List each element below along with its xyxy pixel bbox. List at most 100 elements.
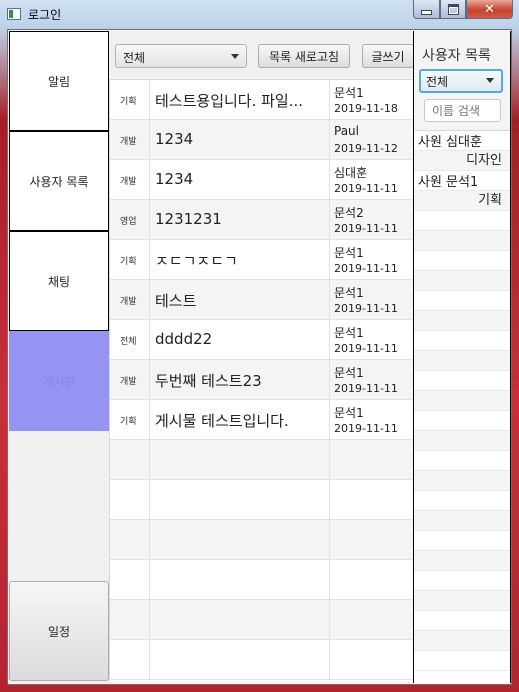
title-cell: 테스트용입니다. 파일... [150, 80, 330, 119]
user-list-row [414, 391, 510, 411]
nav-notifications[interactable]: 알림 [9, 31, 109, 131]
author-cell [330, 640, 414, 679]
category-cell: 개발 [110, 360, 150, 399]
category-cell [110, 440, 150, 479]
nav-label: 일정 [47, 624, 71, 639]
user-list-row [414, 491, 510, 511]
table-row[interactable]: 기획 게시물 테스트입니다. 문석1 2019-11-11 [110, 400, 414, 440]
nav-board[interactable]: 게시판 [9, 331, 109, 431]
table-row[interactable]: 기획 ㅈㄷㄱㅈㄷㄱ 문석1 2019-11-11 [110, 240, 414, 280]
close-button[interactable]: ✕ [466, 0, 513, 19]
maximize-icon [447, 3, 459, 15]
user-list-item[interactable]: 사원 문석1 기획 [414, 171, 510, 211]
table-row [110, 560, 414, 600]
table-row[interactable]: 영업 1231231 문석2 2019-11-11 [110, 200, 414, 240]
nav-label: 사용자 목록 [29, 174, 89, 189]
table-row[interactable]: 개발 1234 Paul 2019-11-12 [110, 120, 414, 160]
user-list-row [414, 471, 510, 491]
post-date: 2019-11-11 [334, 262, 398, 275]
user-list-row [414, 611, 510, 631]
author-cell [330, 480, 414, 519]
post-category: 기획 [120, 417, 137, 427]
post-title: 테스트 [155, 292, 197, 310]
post-date: 2019-11-11 [334, 182, 398, 195]
window-title: 로그인 [28, 8, 62, 22]
author-cell: 문석2 2019-11-11 [330, 200, 414, 239]
user-list-row [414, 371, 510, 391]
maximize-button[interactable] [440, 0, 466, 19]
category-cell [110, 480, 150, 519]
write-button[interactable]: 글쓰기 [362, 44, 414, 68]
category-select[interactable]: 전체 [115, 44, 247, 68]
title-cell: 1231231 [150, 200, 330, 239]
table-row[interactable]: 기획 테스트용입니다. 파일... 문석1 2019-11-18 [110, 80, 414, 120]
nav-label: 채팅 [47, 274, 71, 289]
nav-chat[interactable]: 채팅 [9, 231, 109, 331]
user-list-row [414, 351, 510, 371]
user-list-row [414, 291, 510, 311]
refresh-list-button[interactable]: 목록 새로고침 [258, 44, 350, 68]
post-author: 문석1 [334, 286, 364, 300]
author-cell [330, 600, 414, 639]
user-dept: 기획 [478, 193, 502, 208]
minimize-button[interactable] [413, 0, 440, 19]
post-author: 문석2 [334, 206, 364, 220]
category-cell [110, 600, 150, 639]
user-list-row [414, 231, 510, 251]
author-cell: 문석1 2019-11-11 [330, 280, 414, 319]
table-row[interactable]: 전체 dddd22 문석1 2019-11-11 [110, 320, 414, 360]
post-date: 2019-11-18 [334, 102, 398, 115]
user-list-row [414, 411, 510, 431]
author-cell [330, 440, 414, 479]
table-row [110, 640, 414, 680]
user-list-row [414, 311, 510, 331]
post-title: 두번째 테스트23 [155, 372, 262, 390]
nav-user-list[interactable]: 사용자 목록 [9, 131, 109, 231]
client-area: 알림 사용자 목록 채팅 게시판 일정 전체 목록 새로고침 글쓰기 기획 테스트… [7, 29, 512, 685]
category-cell [110, 640, 150, 679]
post-title: 테스트용입니다. 파일... [155, 92, 304, 110]
category-cell: 기획 [110, 80, 150, 119]
user-list-row [414, 251, 510, 271]
post-title: ㅈㄷㄱㅈㄷㄱ [155, 252, 238, 270]
post-category: 영업 [120, 217, 137, 227]
post-date: 2019-11-11 [334, 342, 398, 355]
table-row[interactable]: 개발 1234 심대훈 2019-11-11 [110, 160, 414, 200]
table-row [110, 520, 414, 560]
user-list-item[interactable]: 사원 심대훈 디자인 [414, 131, 510, 171]
title-cell [150, 440, 330, 479]
close-icon: ✕ [484, 1, 495, 17]
post-author: 문석1 [334, 366, 364, 380]
post-category: 기획 [120, 257, 137, 267]
table-row[interactable]: 개발 테스트 문석1 2019-11-11 [110, 280, 414, 320]
post-category: 전체 [120, 337, 137, 347]
minimize-icon [421, 9, 432, 15]
author-cell: 문석1 2019-11-11 [330, 240, 414, 279]
title-cell [150, 480, 330, 519]
title-cell: 게시물 테스트입니다. [150, 400, 330, 439]
window-frame: 로그인 ✕ 알림 사용자 목록 채팅 게시판 일정 전체 목록 새로고침 글쓰기… [0, 0, 519, 692]
user-filter-value: 전체 [426, 75, 449, 89]
nav-schedule[interactable]: 일정 [9, 581, 109, 681]
post-category: 개발 [120, 297, 137, 307]
category-cell [110, 560, 150, 599]
post-title: 1234 [155, 170, 194, 188]
category-cell: 전체 [110, 320, 150, 359]
category-cell: 개발 [110, 280, 150, 319]
title-cell [150, 640, 330, 679]
nav-label: 알림 [47, 74, 71, 89]
title-cell [150, 520, 330, 559]
post-author: 문석1 [334, 246, 364, 260]
table-row [110, 600, 414, 640]
user-list-row [414, 651, 510, 671]
table-row[interactable]: 개발 두번째 테스트23 문석1 2019-11-11 [110, 360, 414, 400]
user-search-input[interactable] [424, 99, 501, 122]
author-cell: 심대훈 2019-11-11 [330, 160, 414, 199]
post-author: 심대훈 [334, 166, 368, 180]
user-filter-select[interactable]: 전체 [419, 69, 503, 93]
category-cell [110, 520, 150, 559]
author-cell [330, 520, 414, 559]
post-category: 개발 [120, 177, 137, 187]
post-title: 1231231 [155, 210, 222, 228]
title-cell: dddd22 [150, 320, 330, 359]
